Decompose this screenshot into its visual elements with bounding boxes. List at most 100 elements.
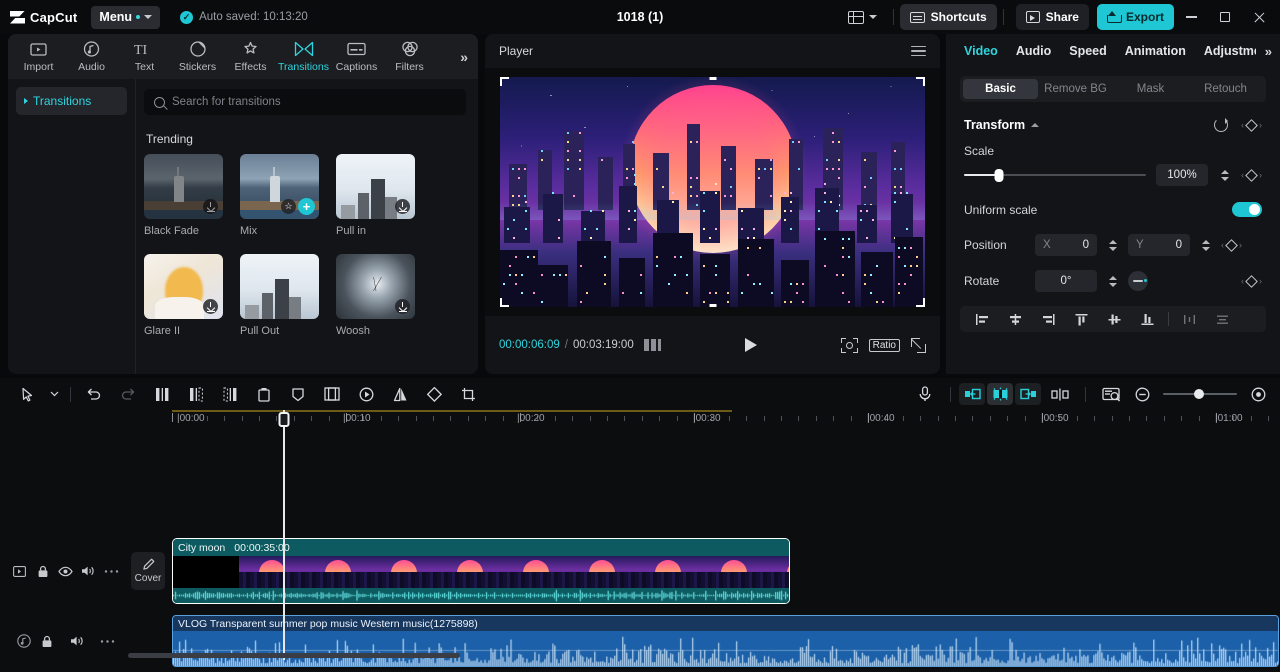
tool-tab-audio[interactable]: Audio: [65, 35, 118, 79]
layout-switch-button[interactable]: [838, 5, 887, 29]
keyframe-icon[interactable]: [1245, 119, 1258, 132]
select-tool-icon[interactable]: [10, 380, 44, 408]
split-icon[interactable]: [145, 380, 179, 408]
preview-card-icon[interactable]: [1094, 380, 1128, 408]
rotate-stepper[interactable]: [1106, 271, 1119, 291]
tool-tab-captions[interactable]: Captions: [330, 35, 383, 79]
minimize-button[interactable]: [1174, 0, 1208, 34]
tab-audio[interactable]: Audio: [1016, 44, 1051, 58]
more-icon[interactable]: [96, 628, 119, 654]
align-right-icon[interactable]: [1032, 307, 1065, 331]
tool-tab-transitions[interactable]: Transitions: [277, 35, 330, 79]
lock-icon[interactable]: [35, 628, 58, 654]
close-button[interactable]: [1242, 0, 1276, 34]
fullscreen-icon[interactable]: [911, 338, 926, 353]
eye-icon[interactable]: [54, 558, 77, 584]
tab-adjustment[interactable]: Adjustment: [1204, 44, 1256, 58]
uniform-scale-toggle[interactable]: [1232, 202, 1262, 217]
playhead-ruler[interactable]: [283, 410, 285, 432]
keyframe-icon[interactable]: [1225, 239, 1238, 252]
align-center-vertical-icon[interactable]: [1098, 307, 1131, 331]
transition-item[interactable]: Pull Out: [240, 254, 319, 337]
freeze-icon[interactable]: [281, 380, 315, 408]
snap-right-icon[interactable]: [1015, 383, 1041, 405]
track-thumb-icon[interactable]: [8, 558, 31, 584]
reset-icon[interactable]: [1214, 118, 1228, 132]
trim-start-icon[interactable]: [179, 380, 213, 408]
cover-button[interactable]: Cover: [131, 552, 165, 590]
zoom-slider[interactable]: [1163, 388, 1237, 400]
tool-tab-stickers[interactable]: Stickers: [171, 35, 224, 79]
keyframe-icon[interactable]: [1245, 169, 1258, 182]
tab-speed[interactable]: Speed: [1069, 44, 1107, 58]
horizontal-scrollbar[interactable]: [128, 653, 460, 658]
audio-note-icon[interactable]: [12, 628, 35, 654]
tab-video[interactable]: Video: [964, 44, 998, 58]
keyframe-control[interactable]: ‹ ›: [1241, 120, 1262, 130]
favorite-icon[interactable]: ☆: [281, 199, 296, 214]
scale-keyframe[interactable]: ‹ ›: [1241, 170, 1262, 180]
position-y-stepper[interactable]: [1199, 235, 1212, 255]
trim-end-icon[interactable]: [213, 380, 247, 408]
slider-knob[interactable]: [994, 169, 1003, 182]
menu-button[interactable]: Menu: [91, 6, 160, 29]
rotate-keyframe[interactable]: ‹ ›: [1241, 276, 1262, 286]
zoom-out-icon[interactable]: [1130, 380, 1154, 408]
tool-tab-effects[interactable]: Effects: [224, 35, 277, 79]
position-keyframe[interactable]: ‹ ›: [1221, 240, 1242, 250]
playhead[interactable]: [283, 432, 285, 660]
category-transitions[interactable]: Transitions: [16, 87, 127, 115]
ratio-button[interactable]: Ratio: [869, 339, 900, 352]
transition-item[interactable]: Black Fade: [144, 154, 223, 237]
transition-item[interactable]: Pull in: [336, 154, 415, 237]
undo-icon[interactable]: [77, 380, 111, 408]
timeline-ruler[interactable]: |00:00 |00:10 |00:20 |00:30 |00:40 |00:50 |01:…: [0, 410, 1280, 432]
position-y-field[interactable]: Y 0: [1128, 234, 1190, 256]
align-bottom-icon[interactable]: [1131, 307, 1164, 331]
scale-value[interactable]: 100%: [1156, 164, 1208, 186]
export-button[interactable]: Export: [1097, 4, 1174, 30]
split-marker-icon[interactable]: [1043, 380, 1077, 408]
align-top-icon[interactable]: [1065, 307, 1098, 331]
frame-view-icon[interactable]: [644, 339, 661, 351]
tool-tab-filters[interactable]: Filters: [383, 35, 436, 79]
more-tabs-button[interactable]: »: [1265, 44, 1270, 59]
chevron-down-icon[interactable]: [44, 380, 64, 408]
transition-item[interactable]: ☆ + Mix: [240, 154, 319, 237]
crop-handle[interactable]: [709, 304, 716, 307]
reverse-icon[interactable]: [349, 380, 383, 408]
delete-icon[interactable]: [247, 380, 281, 408]
scale-slider[interactable]: [964, 168, 1146, 182]
distribute-vertical-icon[interactable]: [1206, 307, 1239, 331]
download-icon[interactable]: [203, 199, 218, 214]
volume-icon[interactable]: [77, 558, 100, 584]
download-icon[interactable]: [395, 199, 410, 214]
snap-left-icon[interactable]: [959, 383, 985, 405]
preview-canvas[interactable]: [500, 77, 925, 307]
volume-icon[interactable]: [58, 628, 96, 654]
keyframe-icon[interactable]: [1245, 275, 1258, 288]
distribute-horizontal-icon[interactable]: [1173, 307, 1206, 331]
video-clip[interactable]: City moon 00:00:35:00: [172, 538, 790, 604]
transition-item[interactable]: Glare II: [144, 254, 223, 337]
shortcuts-button[interactable]: Shortcuts: [900, 4, 997, 30]
tool-tab-import[interactable]: Import: [12, 35, 65, 79]
mirror-icon[interactable]: [383, 380, 417, 408]
mirror-frame-icon[interactable]: [315, 380, 349, 408]
chevron-up-icon[interactable]: [1031, 123, 1039, 127]
more-icon[interactable]: [100, 558, 123, 584]
tab-animation[interactable]: Animation: [1125, 44, 1186, 58]
share-button[interactable]: Share: [1016, 4, 1089, 30]
subtab-mask[interactable]: Mask: [1113, 79, 1188, 99]
crop-handle[interactable]: [500, 77, 509, 86]
position-x-stepper[interactable]: [1106, 235, 1119, 255]
align-center-horizontal-icon[interactable]: [999, 307, 1032, 331]
transition-item[interactable]: Woosh: [336, 254, 415, 337]
playhead-handle[interactable]: [278, 412, 289, 427]
align-left-icon[interactable]: [966, 307, 999, 331]
download-icon[interactable]: [203, 299, 218, 314]
maximize-button[interactable]: [1208, 0, 1242, 34]
mic-icon[interactable]: [908, 380, 942, 408]
zoom-fit-icon[interactable]: [841, 338, 858, 353]
crop-handle[interactable]: [916, 77, 925, 86]
